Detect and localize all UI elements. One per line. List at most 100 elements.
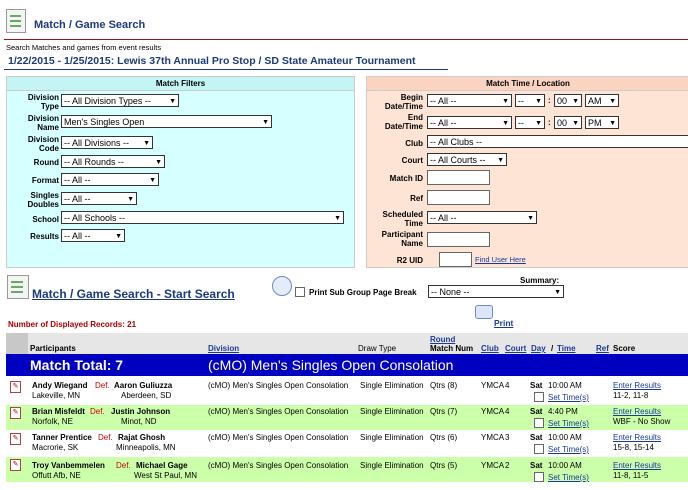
chevron-down-icon: ▼ <box>572 98 579 105</box>
chevron-down-icon: ▼ <box>127 196 134 203</box>
row-draw-type: Single Elimination <box>360 461 424 470</box>
summary-value: -- None -- <box>431 287 470 297</box>
begin-date-select[interactable]: -- All -- ▼ <box>427 94 512 107</box>
find-user-link[interactable]: Find User Here <box>475 255 526 265</box>
print-link[interactable]: Print <box>494 318 513 328</box>
participant-name-input[interactable] <box>427 232 490 247</box>
participant-2: Aaron Guliuzza <box>114 381 173 390</box>
division-type-value: -- All Division Types -- <box>64 96 151 106</box>
row-club: YMCA <box>481 461 505 470</box>
row-draw-type: Single Elimination <box>360 407 424 416</box>
participant-2-location: Minneapolis, MN <box>116 443 176 452</box>
enter-results-link[interactable]: Enter Results <box>613 381 661 391</box>
participant-2: Justin Johnson <box>111 407 171 416</box>
end-minute-select[interactable]: 00 ▼ <box>554 116 582 129</box>
results-select[interactable]: -- All -- ▼ <box>61 229 125 242</box>
set-time-link[interactable]: Set Time(s) <box>548 473 589 483</box>
r2-uid-input[interactable] <box>439 252 472 267</box>
division-name-label: Division Name <box>27 114 59 132</box>
magnifier-icon[interactable] <box>272 276 292 296</box>
summary-label: Summary: <box>520 276 560 285</box>
set-time-checkbox[interactable] <box>534 472 544 482</box>
begin-ampm-select[interactable]: AM ▼ <box>585 94 619 107</box>
division-code-select[interactable]: -- All Divisions -- ▼ <box>61 136 153 149</box>
scoresheet-icon[interactable]: ✎ <box>10 433 21 445</box>
set-time-link[interactable]: Set Time(s) <box>548 445 589 455</box>
round-label: Round <box>33 158 59 167</box>
row-time: 10:00 AM <box>548 461 582 470</box>
chevron-down-icon: ▼ <box>502 120 509 127</box>
scoresheet-icon[interactable]: ✎ <box>10 459 21 471</box>
ref-label: Ref <box>410 194 423 203</box>
end-datetime-label: End Date/Time <box>384 113 423 131</box>
chevron-down-icon: ▼ <box>262 119 269 126</box>
begin-minute-select[interactable]: 00 ▼ <box>554 94 582 107</box>
row-draw-type: Single Elimination <box>360 381 424 390</box>
set-time-link[interactable]: Set Time(s) <box>548 419 589 429</box>
ref-input[interactable] <box>427 190 490 205</box>
row-court: 2 <box>505 461 510 470</box>
set-time-checkbox[interactable] <box>534 444 544 454</box>
row-day: Sat <box>530 407 543 416</box>
singles-doubles-select[interactable]: -- All -- ▼ <box>61 192 137 205</box>
club-select[interactable]: -- All Clubs -- <box>427 135 688 148</box>
scoresheet-icon[interactable]: ✎ <box>10 407 21 419</box>
records-count: Number of Displayed Records: 21 <box>8 320 137 329</box>
results-value: -- All -- <box>64 231 91 241</box>
begin-hour-select[interactable]: -- ▼ <box>515 94 545 107</box>
enter-results-link[interactable]: Enter Results <box>613 433 661 443</box>
start-search-link[interactable]: Match / Game Search - Start Search <box>32 287 235 301</box>
school-select[interactable]: -- All Schools -- ▼ <box>61 211 344 224</box>
chevron-down-icon: ▼ <box>535 120 542 127</box>
search-icon[interactable] <box>7 275 29 299</box>
summary-select[interactable]: -- None -- ▼ <box>428 285 564 298</box>
table-header <box>6 333 688 354</box>
participant-2-location: Minot, ND <box>121 417 157 426</box>
row-score: 15-8, 15-14 <box>613 443 654 452</box>
match-total-bar: Match Total: 7 (cMO) Men's Singles Open … <box>6 354 688 376</box>
table-row: ✎ Brian Misfeldt Def. Justin Johnson Nor… <box>6 405 688 431</box>
format-value: -- All -- <box>64 175 91 185</box>
school-label: School <box>32 215 59 224</box>
scoresheet-icon[interactable]: ✎ <box>10 381 21 393</box>
row-time: 10:00 AM <box>548 381 582 390</box>
enter-results-link[interactable]: Enter Results <box>613 407 661 417</box>
end-date-select[interactable]: -- All -- ▼ <box>427 116 512 129</box>
format-select[interactable]: -- All -- ▼ <box>61 173 159 186</box>
printer-icon[interactable] <box>475 305 493 319</box>
set-time-checkbox[interactable] <box>534 418 544 428</box>
end-hour-select[interactable]: -- ▼ <box>515 116 545 129</box>
round-select[interactable]: -- All Rounds -- ▼ <box>61 155 165 168</box>
table-row: ✎ Tanner Prentice Def. Rajat Ghosh Macro… <box>6 431 688 457</box>
division-code-value: -- All Divisions -- <box>64 138 130 148</box>
row-day: Sat <box>530 381 543 390</box>
scheduled-time-value: -- All -- <box>430 213 457 223</box>
match-id-label: Match ID <box>389 174 423 183</box>
row-division: (cMO) Men's Singles Open Consolation <box>208 407 349 416</box>
match-total-division: (cMO) Men's Singles Open Consolation <box>208 357 454 373</box>
enter-results-link[interactable]: Enter Results <box>613 461 661 471</box>
chevron-down-icon: ▼ <box>527 215 534 222</box>
end-ampm-select[interactable]: PM ▼ <box>585 116 619 129</box>
chevron-down-icon: ▼ <box>609 120 616 127</box>
set-time-checkbox[interactable] <box>534 392 544 402</box>
event-title: 1/22/2015 - 1/25/2015: Lewis 37th Annual… <box>8 55 416 67</box>
chevron-down-icon: ▼ <box>609 98 616 105</box>
division-name-select[interactable]: Men's Singles Open ▼ <box>61 115 272 128</box>
def-label: Def. <box>116 461 131 470</box>
results-label: Results <box>30 232 59 241</box>
participant-1: Tanner Prentice <box>32 433 92 442</box>
row-club: YMCA <box>481 407 505 416</box>
row-round: Qtrs (5) <box>430 461 458 470</box>
print-sub-group-checkbox[interactable] <box>295 287 305 297</box>
court-select[interactable]: -- All Courts -- ▼ <box>427 153 507 166</box>
match-id-input[interactable] <box>427 170 490 185</box>
participant-1-location: Norfolk, NE <box>32 417 73 426</box>
table-row: ✎ Andy Wiegand Def. Aaron Guliuzza Lakev… <box>6 379 688 405</box>
chevron-down-icon: ▼ <box>115 233 122 240</box>
scheduled-time-select[interactable]: -- All -- ▼ <box>427 211 537 224</box>
division-type-select[interactable]: -- All Division Types -- ▼ <box>61 94 179 107</box>
set-time-link[interactable]: Set Time(s) <box>548 393 589 403</box>
app-logo-icon <box>6 9 26 33</box>
school-value: -- All Schools -- <box>64 213 126 223</box>
